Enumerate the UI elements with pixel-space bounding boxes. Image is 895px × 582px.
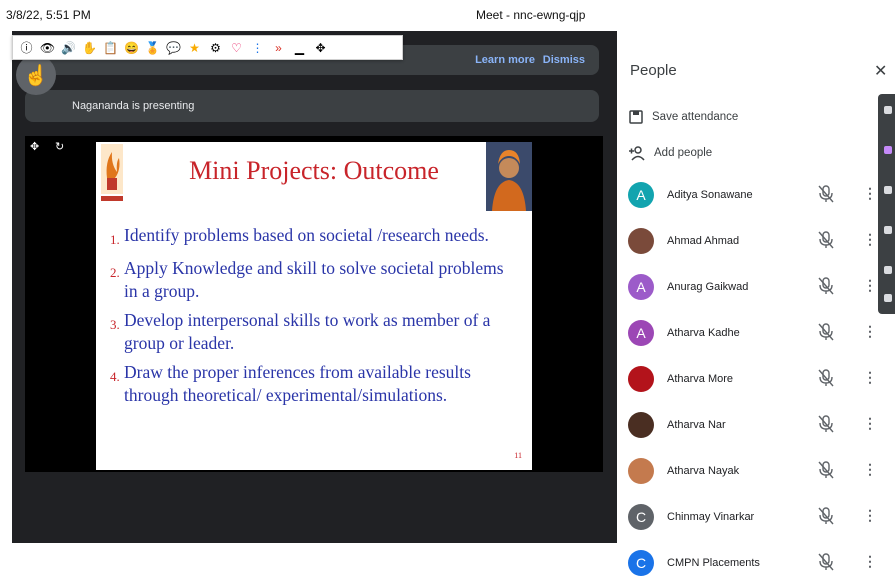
more-options-icon[interactable]: ⋮ <box>863 323 877 339</box>
speaker-icon[interactable]: 🔊 <box>59 38 78 57</box>
avatar: A <box>628 182 654 208</box>
participant-row[interactable]: Ahmad Ahmad ⋮ <box>628 226 878 260</box>
move-icon[interactable]: ✥ <box>311 38 330 57</box>
avatar <box>628 458 654 484</box>
avatar: C <box>628 550 654 576</box>
more-options-icon[interactable]: ⋮ <box>863 415 877 431</box>
learn-more-link[interactable]: Learn more <box>475 54 535 66</box>
mic-off-icon[interactable] <box>818 277 834 300</box>
meeting-title: Meet - nnc-ewng-qjp <box>476 8 586 22</box>
presenting-text: Nagananda is presenting <box>72 100 195 112</box>
minimize-icon[interactable]: ▁ <box>290 38 309 57</box>
dismiss-button[interactable]: Dismiss <box>543 54 585 66</box>
tool-icon[interactable] <box>884 106 892 114</box>
add-person-icon <box>629 146 645 161</box>
slide-item: 4. Draw the proper inferences from availa… <box>110 362 471 405</box>
timestamp: 3/8/22, 5:51 PM <box>6 8 91 22</box>
participant-row[interactable]: A Anurag Gaikwad ⋮ <box>628 272 878 306</box>
participant-row[interactable]: Atharva Nayak ⋮ <box>628 456 878 490</box>
slide-item: 3. Develop interpersonal skills to work a… <box>110 310 491 353</box>
participant-name: Chinmay Vinarkar <box>667 511 755 523</box>
slide-item: 1. Identify problems based on societal /r… <box>110 225 489 247</box>
more-options-icon[interactable]: ⋮ <box>863 277 877 293</box>
award-icon[interactable]: 🏅 <box>143 38 162 57</box>
participant-row[interactable]: A Atharva Kadhe ⋮ <box>628 318 878 352</box>
participant-name: Anurag Gaikwad <box>667 281 749 293</box>
tool-icon[interactable] <box>884 226 892 234</box>
tool-icon[interactable] <box>884 186 892 194</box>
participant-row[interactable]: Atharva More ⋮ <box>628 364 878 398</box>
slide-title: Mini Projects: Outcome <box>189 156 439 185</box>
mic-off-icon[interactable] <box>818 323 834 346</box>
extension-toolbar: ⓘ 👁 🔊 ✋ 📋 😄 🏅 💬 ★ ⚙ ♡ ⋮ » ▁ ✥ <box>12 35 403 60</box>
avatar <box>628 366 654 392</box>
slide: Mini Projects: Outcome 1. Identify proble… <box>96 142 532 470</box>
save-attendance-label: Save attendance <box>652 111 739 123</box>
participant-name: Atharva More <box>667 373 734 385</box>
add-people-label: Add people <box>654 147 713 159</box>
add-people-button[interactable]: Add people <box>628 145 712 161</box>
avatar: A <box>628 320 654 346</box>
mic-off-icon[interactable] <box>818 185 834 208</box>
participant-name: Ahmad Ahmad <box>667 235 740 247</box>
emoji-icon[interactable]: 😄 <box>122 38 141 57</box>
avatar <box>628 228 654 254</box>
participant-row[interactable]: A Aditya Sonawane ⋮ <box>628 180 878 214</box>
raise-hand-cursor-icon[interactable]: ☝ <box>16 55 56 95</box>
slide-page-number: 11 <box>514 451 522 460</box>
avatar: A <box>628 274 654 300</box>
mic-off-icon[interactable] <box>818 507 834 530</box>
mic-off-icon[interactable] <box>818 415 834 438</box>
close-icon[interactable]: ✕ <box>874 61 887 81</box>
tool-icon[interactable] <box>884 266 892 274</box>
more-options-icon[interactable]: ⋮ <box>863 553 877 569</box>
avatar: C <box>628 504 654 530</box>
more-options-icon[interactable]: ⋮ <box>863 185 877 201</box>
settings-icon[interactable]: ⚙ <box>206 38 225 57</box>
participant-name: CMPN Placements <box>667 557 760 569</box>
slide-item: 2. Apply Knowledge and skill to solve soc… <box>110 258 504 301</box>
eye-icon[interactable]: 👁 <box>38 38 57 57</box>
info-icon[interactable]: ⓘ <box>17 38 36 57</box>
double-chevron-icon[interactable]: » <box>269 38 288 57</box>
top-bar: 3/8/22, 5:51 PM Meet - nnc-ewng-qjp <box>0 0 618 30</box>
raise-hand-icon[interactable]: ✋ <box>80 38 99 57</box>
portrait-image <box>486 142 532 211</box>
mic-off-icon[interactable] <box>818 369 834 392</box>
participant-name: Atharva Nayak <box>667 465 740 477</box>
participant-name: Aditya Sonawane <box>667 189 753 201</box>
clipboard-icon[interactable]: 📋 <box>101 38 120 57</box>
more-options-icon[interactable]: ⋮ <box>863 369 877 385</box>
fullscreen-icon[interactable]: ✥ <box>30 140 39 153</box>
save-attendance-button[interactable]: Save attendance <box>628 109 738 125</box>
tool-icon[interactable] <box>884 146 892 154</box>
more-options-icon[interactable]: ⋮ <box>863 507 877 523</box>
slide-outcome-list: 1. Identify problems based on societal /r… <box>110 224 520 413</box>
tool-icon[interactable] <box>884 294 892 302</box>
participant-name: Atharva Nar <box>667 419 726 431</box>
side-toolbar <box>878 94 895 314</box>
participant-row[interactable]: Atharva Nar ⋮ <box>628 410 878 444</box>
participant-name: Atharva Kadhe <box>667 327 740 339</box>
mic-off-icon[interactable] <box>818 461 834 484</box>
heart-icon[interactable]: ♡ <box>227 38 246 57</box>
meeting-stage: Learn more Dismiss Nagananda is presenti… <box>12 31 617 543</box>
participant-row[interactable]: C Chinmay Vinarkar ⋮ <box>628 502 878 536</box>
avatar <box>628 412 654 438</box>
more-options-icon[interactable]: ⋮ <box>863 231 877 247</box>
vertical-dots-icon[interactable]: ⋮ <box>248 38 267 57</box>
star-icon[interactable]: ★ <box>185 38 204 57</box>
save-icon <box>629 110 643 124</box>
mic-off-icon[interactable] <box>818 231 834 254</box>
refresh-icon[interactable]: ↻ <box>55 140 64 153</box>
presentation-video: ✥ ↻ Mini Projects: Outcome 1. Identify pr… <box>25 136 603 472</box>
chat-icon[interactable]: 💬 <box>164 38 183 57</box>
people-panel-title: People <box>630 62 677 79</box>
more-options-icon[interactable]: ⋮ <box>863 461 877 477</box>
mic-off-icon[interactable] <box>818 553 834 576</box>
